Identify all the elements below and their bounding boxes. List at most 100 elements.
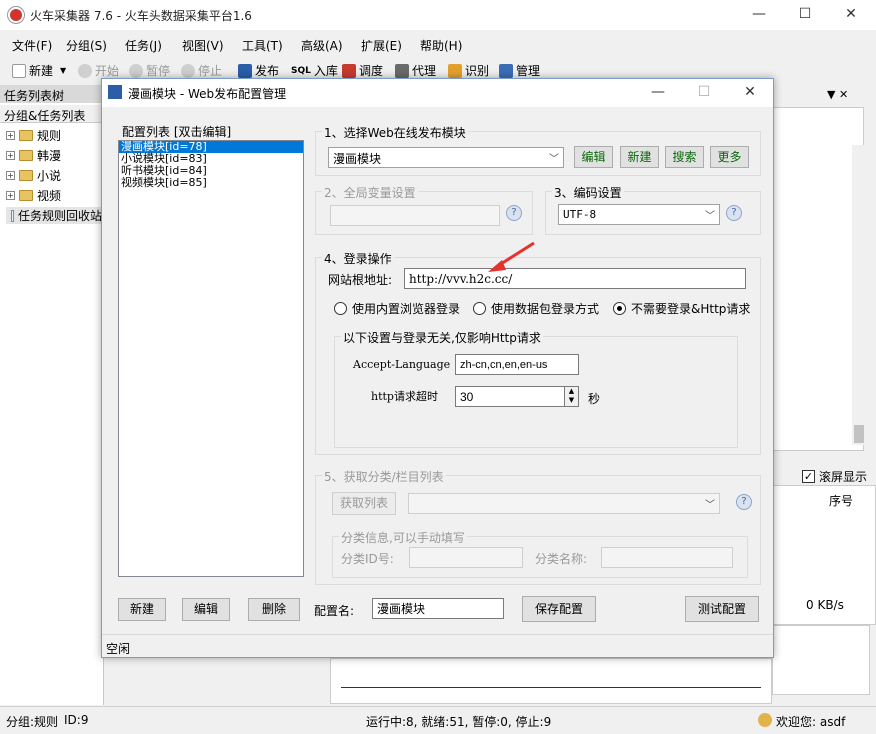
site-url-input[interactable] [404, 268, 746, 289]
scrollbar-thumb[interactable] [854, 425, 864, 443]
main-title-bar: 火车采集器 7.6 - 火车头数据采集平台1.6 — ☐ ✕ [0, 0, 876, 30]
folder-icon [19, 130, 33, 141]
section-encoding: 3、编码设置 UTF-8 ﹀ ? [545, 184, 761, 235]
manage-icon [499, 63, 513, 78]
new-module-button[interactable]: 新建 [620, 146, 659, 168]
tree-item-rules[interactable]: + 规则 [6, 127, 61, 144]
category-name-label: 分类名称: [535, 552, 588, 566]
pause-button[interactable]: 暂停 [129, 62, 170, 79]
new-config-button[interactable]: 新建 [118, 598, 166, 621]
dialog-maximize-button[interactable]: ☐ [681, 79, 727, 107]
minimize-button[interactable]: — [736, 0, 782, 30]
radio-no-login[interactable]: 不需要登录&Http请求 [613, 300, 750, 317]
help-icon[interactable]: ? [726, 205, 742, 221]
edit-module-button[interactable]: 编辑 [574, 146, 613, 168]
proxy-icon [395, 63, 409, 78]
menu-file[interactable]: 文件(F) [12, 37, 52, 54]
section-category-list: 5、获取分类/栏目列表 获取列表 ﹀ ? 分类信息,可以手动填写 分类ID号: … [315, 468, 761, 585]
log-area [772, 107, 864, 451]
recycle-bin-icon [10, 209, 14, 222]
scroll-display-checkbox[interactable]: ✓ 滚屏显示 [802, 468, 867, 485]
panel-controls[interactable]: ▼ ✕ [827, 88, 848, 101]
proxy-button[interactable]: 代理 [395, 62, 436, 79]
test-config-button[interactable]: 测试配置 [685, 596, 759, 622]
status-group: 分组:规则 [6, 715, 59, 729]
recognize-button[interactable]: 识别 [448, 62, 489, 79]
accept-language-label: Accept-Language [353, 358, 451, 371]
help-icon[interactable]: ? [736, 494, 752, 510]
folder-icon [19, 190, 33, 201]
task-tree-panel: 任务列表树 分组&任务列表 + 规则 + 韩漫 + 小说 + 视频 任务规则回收… [0, 85, 104, 705]
stop-button[interactable]: 停止 [181, 62, 222, 79]
timeout-stepper[interactable]: ▲ ▼ [564, 386, 579, 407]
radio-builtin-browser[interactable]: 使用内置浏览器登录 [334, 300, 460, 317]
menu-view[interactable]: 视图(V) [182, 37, 224, 54]
menu-advanced[interactable]: 高级(A) [301, 37, 343, 54]
expand-icon[interactable]: + [6, 171, 15, 180]
category-id-input[interactable] [409, 547, 523, 568]
web-publish-config-dialog: 漫画模块 - Web发布配置管理 — ☐ ✕ 配置列表 [双击编辑] 漫画模块[… [101, 78, 774, 658]
new-task-button[interactable]: 新建 ▼ [12, 62, 66, 79]
edit-config-button[interactable]: 编辑 [182, 598, 230, 621]
more-modules-button[interactable]: 更多 [710, 146, 749, 168]
task-tree-header: 任务列表树 [0, 85, 104, 103]
storage-button[interactable]: SQL 入库 [291, 62, 338, 79]
log-scrollbar[interactable] [852, 145, 866, 445]
section-login: 4、登录操作 网站根地址: 使用内置浏览器登录 使用数据包登录方式 不需要登录&… [315, 250, 761, 455]
debug-button[interactable]: 调度 [342, 62, 383, 79]
status-user: 欢迎您: asdf [776, 715, 846, 729]
category-id-label: 分类ID号: [341, 552, 394, 566]
manage-button[interactable]: 管理 [499, 62, 540, 79]
tree-item-novel[interactable]: + 小说 [6, 167, 61, 184]
menu-extensions[interactable]: 扩展(E) [361, 37, 402, 54]
app-logo-icon [8, 7, 24, 23]
dialog-close-button[interactable]: ✕ [727, 79, 773, 107]
category-info-group: 分类信息,可以手动填写 分类ID号: 分类名称: [332, 529, 748, 578]
tree-item-hanman[interactable]: + 韩漫 [6, 147, 61, 164]
status-counts: 运行中:8, 就绪:51, 暂停:0, 停止:9 [366, 715, 552, 729]
publish-icon [108, 85, 122, 99]
fetch-list-button[interactable]: 获取列表 [332, 492, 396, 515]
save-config-button[interactable]: 保存配置 [522, 596, 596, 622]
encoding-select[interactable]: UTF-8 ﹀ [558, 204, 720, 225]
app-title: 火车采集器 7.6 - 火车头数据采集平台1.6 [30, 9, 252, 23]
config-list-header: 配置列表 [双击编辑] [122, 125, 232, 139]
menu-task[interactable]: 任务(J) [125, 37, 162, 54]
http-timeout-input[interactable] [455, 386, 565, 407]
menu-tools[interactable]: 工具(T) [242, 37, 283, 54]
publish-button[interactable]: 发布 [238, 62, 279, 79]
config-list[interactable]: 漫画模块[id=78] 小说模块[id=83] 听书模块[id=84] 视频模块… [118, 140, 304, 577]
play-icon [78, 63, 92, 78]
menu-help[interactable]: 帮助(H) [420, 37, 462, 54]
expand-icon[interactable]: + [6, 151, 15, 160]
list-item[interactable]: 视频模块[id=85] [119, 177, 303, 189]
bottom-output-area [330, 658, 772, 704]
help-icon[interactable]: ? [506, 205, 522, 221]
expand-icon[interactable]: + [6, 191, 15, 200]
close-button[interactable]: ✕ [828, 0, 874, 30]
column-header-index: 序号 [829, 494, 854, 508]
download-speed: 0 KB/s [806, 598, 844, 612]
folder-icon [19, 150, 33, 161]
tree-item-video[interactable]: + 视频 [6, 187, 61, 204]
radio-packet-login[interactable]: 使用数据包登录方式 [473, 300, 599, 317]
stop-icon [181, 63, 195, 78]
start-button[interactable]: 开始 [78, 62, 119, 79]
folder-icon [19, 170, 33, 181]
global-vars-field[interactable] [330, 205, 500, 226]
delete-config-button[interactable]: 删除 [248, 598, 300, 621]
dialog-minimize-button[interactable]: — [635, 79, 681, 107]
tree-item-recycle-bin[interactable]: 任务规则回收站 [6, 207, 102, 224]
dialog-title: 漫画模块 - Web发布配置管理 [128, 87, 287, 101]
status-bar: 分组:规则 ID:9 运行中:8, 就绪:51, 暂停:0, 停止:9 欢迎您:… [0, 706, 876, 734]
search-module-button[interactable]: 搜索 [665, 146, 704, 168]
category-name-input[interactable] [601, 547, 733, 568]
category-select[interactable]: ﹀ [408, 493, 720, 514]
config-name-input[interactable] [372, 598, 504, 619]
module-select[interactable]: 漫画模块 ﹀ [328, 147, 564, 168]
chevron-down-icon: ﹀ [549, 154, 559, 165]
accept-language-input[interactable] [455, 354, 579, 375]
expand-icon[interactable]: + [6, 131, 15, 140]
menu-group[interactable]: 分组(S) [66, 37, 107, 54]
maximize-button[interactable]: ☐ [782, 0, 828, 30]
